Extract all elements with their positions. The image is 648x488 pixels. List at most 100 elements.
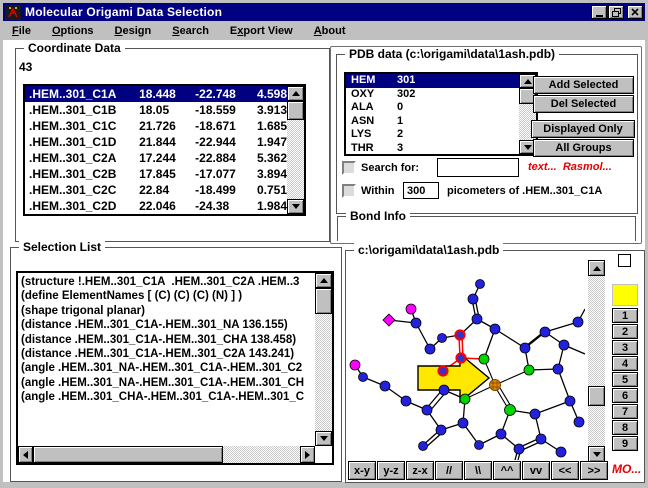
pdb-row[interactable]: ASN1: [346, 115, 519, 129]
title-bar[interactable]: Molecular Origami Data Selection: [3, 3, 645, 21]
mo-label: MO...: [612, 462, 641, 476]
layer-button-4[interactable]: 4: [612, 356, 638, 371]
molecule-diagram: [349, 262, 585, 460]
layer-button-3[interactable]: 3: [612, 340, 638, 355]
coordinate-row[interactable]: .HEM..301_C1B18.05-18.5593.913: [25, 102, 287, 118]
arrow-left-icon: [23, 451, 28, 459]
selection-line[interactable]: (distance .HEM..301_C1A-.HEM..301_NA 136…: [21, 318, 315, 332]
coordinate-scrollbar[interactable]: [287, 86, 304, 214]
pdb-row[interactable]: LYS2: [346, 128, 519, 142]
view-button-[interactable]: >>: [580, 461, 608, 480]
window-title: Molecular Origami Data Selection: [25, 5, 591, 19]
scroll-up-button[interactable]: [315, 273, 332, 288]
selection-line[interactable]: (distance .HEM..301_C1A-.HEM..301_CHA 13…: [21, 333, 315, 347]
coordinate-data-title: Coordinate Data: [24, 41, 125, 55]
close-button[interactable]: [627, 5, 643, 19]
all-groups-button[interactable]: All Groups: [533, 139, 634, 157]
scroll-thumb[interactable]: [33, 446, 223, 463]
coordinate-row[interactable]: .HEM..301_C2B17.845-17.0773.894: [25, 166, 287, 182]
scroll-down-button[interactable]: [287, 199, 304, 214]
view-button-[interactable]: ^^: [493, 461, 521, 480]
coordinate-row[interactable]: .HEM..301_C1A18.448-22.7484.598: [25, 86, 287, 102]
scroll-left-button[interactable]: [18, 446, 33, 463]
arrow-down-icon: [292, 204, 300, 209]
menu-export-view[interactable]: Export View: [230, 25, 293, 37]
viewer-scrollbar[interactable]: [588, 260, 605, 462]
search-input[interactable]: [437, 158, 519, 177]
view-button-[interactable]: <<: [551, 461, 579, 480]
pdb-row[interactable]: OXY302: [346, 88, 519, 102]
within-checkbox[interactable]: [342, 184, 356, 198]
selection-line[interactable]: (angle .HEM..301_CHA-.HEM..301_C1A-.HEM.…: [21, 390, 315, 404]
viewer-title: c:\origami\data\1ash.pdb: [354, 243, 503, 257]
close-icon: [631, 8, 639, 16]
layer-button-9[interactable]: 9: [612, 436, 638, 451]
pdb-row[interactable]: THR3: [346, 142, 519, 156]
layer-button-1[interactable]: 1: [612, 308, 638, 323]
viewer-checkbox[interactable]: [618, 254, 631, 267]
scroll-down-button[interactable]: [315, 431, 332, 446]
coordinate-row[interactable]: .HEM..301_C2C22.84-18.4990.751: [25, 182, 287, 198]
rasmol-hint: text... Rasmol...: [528, 161, 612, 173]
view-button-xy[interactable]: x-y: [348, 461, 376, 480]
menu-bar: File Options Design Search Export View About: [3, 21, 645, 40]
menu-file[interactable]: File: [12, 25, 31, 37]
scroll-thumb[interactable]: [315, 288, 332, 314]
displayed-only-button[interactable]: Displayed Only: [531, 120, 635, 138]
pdb-row[interactable]: HEM301: [346, 74, 519, 88]
selection-line[interactable]: (structure !.HEM..301_C1A .HEM..301_C2A …: [21, 275, 315, 289]
view-button-yz[interactable]: y-z: [377, 461, 405, 480]
restore-button[interactable]: [608, 5, 624, 19]
layer-button-5[interactable]: 5: [612, 372, 638, 387]
coordinate-row[interactable]: .HEM..301_C1C21.726-18.6711.685: [25, 118, 287, 134]
app-icon: [5, 5, 21, 20]
scroll-thumb[interactable]: [287, 101, 304, 120]
coordinate-count: 43: [19, 60, 32, 74]
scroll-down-button[interactable]: [588, 446, 605, 462]
selection-line[interactable]: (define ElementNames [ (C) (C) (C) (N) ]…: [21, 289, 315, 303]
menu-search[interactable]: Search: [172, 25, 209, 37]
scroll-right-button[interactable]: [300, 446, 315, 463]
within-value-input[interactable]: [403, 182, 439, 199]
arrow-up-icon: [593, 266, 601, 271]
selection-line[interactable]: (angle .HEM..301_NA-.HEM..301_C1A-.HEM..…: [21, 376, 315, 390]
color-swatch[interactable]: [612, 284, 638, 306]
selection-list[interactable]: (structure !.HEM..301_C1A .HEM..301_C2A …: [16, 271, 334, 465]
add-selected-button[interactable]: Add Selected: [533, 76, 634, 94]
coordinate-row[interactable]: .HEM..301_C2D22.046-24.381.984: [25, 198, 287, 214]
layer-button-7[interactable]: 7: [612, 404, 638, 419]
selection-h-scrollbar[interactable]: [18, 446, 315, 463]
pdb-row[interactable]: ALA0: [346, 101, 519, 115]
view-button-[interactable]: //: [435, 461, 463, 480]
arrow-up-icon: [292, 91, 300, 96]
search-for-label: Search for:: [361, 162, 419, 174]
search-for-checkbox[interactable]: [342, 161, 356, 175]
layer-button-2[interactable]: 2: [612, 324, 638, 339]
menu-design[interactable]: Design: [115, 25, 152, 37]
layer-button-8[interactable]: 8: [612, 420, 638, 435]
view-button-zx[interactable]: z-x: [406, 461, 434, 480]
selection-v-scrollbar[interactable]: [315, 273, 332, 446]
selection-line[interactable]: (shape trigonal planar): [21, 304, 315, 318]
scroll-up-button[interactable]: [287, 86, 304, 101]
view-button-vv[interactable]: vv: [522, 461, 550, 480]
minimize-button[interactable]: [591, 5, 607, 19]
view-button-[interactable]: \\: [464, 461, 492, 480]
selection-line[interactable]: (angle .HEM..301_NA-.HEM..301_C1A-.HEM..…: [21, 361, 315, 375]
arrow-right-icon: [305, 451, 310, 459]
coordinate-list[interactable]: .HEM..301_C1A18.448-22.7484.598.HEM..301…: [23, 84, 306, 216]
pdb-list[interactable]: HEM301OXY302ALA0ASN1LYS2THR3: [344, 72, 538, 156]
del-selected-button[interactable]: Del Selected: [533, 95, 634, 113]
view-buttons: x-yy-zz-x//\\^^vv<<>>: [348, 461, 609, 480]
menu-options[interactable]: Options: [52, 25, 94, 37]
scroll-thumb[interactable]: [588, 386, 605, 406]
selection-arrow-icon: [418, 354, 489, 402]
arrow-down-icon: [320, 436, 328, 441]
coordinate-row[interactable]: .HEM..301_C1D21.844-22.9441.947: [25, 134, 287, 150]
selection-line[interactable]: (distance .HEM..301_C1A-.HEM..301_C2A 14…: [21, 347, 315, 361]
layer-button-6[interactable]: 6: [612, 388, 638, 403]
scroll-up-button[interactable]: [588, 260, 605, 276]
molecule-canvas[interactable]: [349, 262, 585, 460]
coordinate-row[interactable]: .HEM..301_C2A17.244-22.8845.362: [25, 150, 287, 166]
menu-about[interactable]: About: [314, 25, 346, 37]
